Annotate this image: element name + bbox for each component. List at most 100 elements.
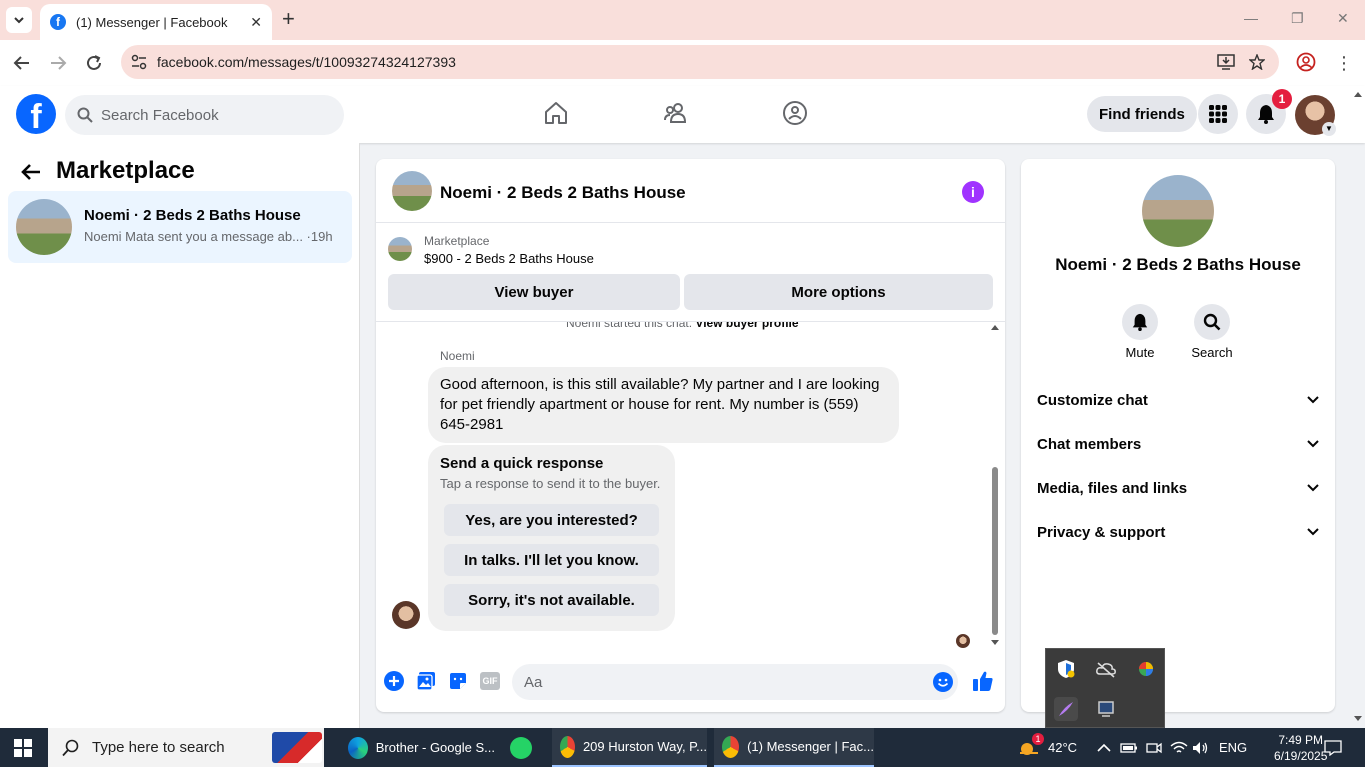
thread-scrollbar[interactable] — [990, 322, 1000, 652]
view-buyer-button[interactable]: View buyer — [388, 274, 680, 310]
facebook-search-input[interactable] — [101, 106, 321, 124]
menu-grid-button[interactable] — [1198, 94, 1238, 134]
weather-widget[interactable]: 1 42°C — [1018, 728, 1077, 767]
plus-icon[interactable] — [384, 671, 404, 691]
section-label: Media, files and links — [1037, 479, 1188, 497]
install-app-icon[interactable] — [1217, 54, 1235, 70]
notification-center-icon[interactable] — [1324, 728, 1342, 767]
pen-app-icon[interactable] — [1054, 697, 1078, 721]
info-icon[interactable]: i — [962, 181, 984, 203]
chrome-icon — [722, 735, 740, 758]
close-window-button[interactable]: ✕ — [1337, 10, 1349, 27]
chat-avatar[interactable] — [392, 171, 432, 211]
gif-icon[interactable]: GIF — [480, 672, 500, 690]
facebook-favicon-icon: f — [50, 14, 66, 30]
forward-button[interactable] — [47, 52, 69, 74]
find-friends-button[interactable]: Find friends — [1087, 96, 1197, 132]
seen-receipt-avatar — [956, 634, 970, 648]
input-language[interactable]: ENG — [1219, 728, 1247, 767]
system-tray-overflow — [1045, 648, 1165, 728]
facebook-logo-icon[interactable]: f — [16, 94, 56, 134]
clock-date: 6/19/2025 — [1274, 749, 1328, 763]
inbox-heading: Marketplace — [56, 157, 195, 184]
message-input[interactable] — [512, 664, 958, 700]
facebook-header: f Find friends ▼ — [0, 86, 1365, 143]
details-avatar[interactable] — [1142, 175, 1214, 247]
bell-icon — [1132, 313, 1148, 331]
volume-icon[interactable] — [1192, 728, 1210, 767]
chat-members-section[interactable]: Chat members — [1037, 429, 1319, 459]
facebook-search[interactable] — [65, 95, 344, 135]
taskbar-clock[interactable]: 7:49 PM 6/19/2025 — [1274, 732, 1327, 764]
quick-response-in-talks[interactable]: In talks. I'll let you know. — [444, 544, 659, 576]
show-hidden-icons-chevron-up-icon[interactable] — [1097, 728, 1111, 767]
like-thumbs-up-icon[interactable] — [972, 670, 994, 692]
taskbar-app-whatsapp[interactable] — [510, 728, 540, 767]
globe-app-icon[interactable] — [1134, 657, 1158, 681]
sender-avatar[interactable] — [392, 601, 420, 629]
taskbar-app-edge[interactable]: Brother - Google S... — [340, 728, 495, 767]
view-buyer-profile-link[interactable]: View buyer profile — [695, 322, 798, 330]
url-text: facebook.com/messages/t/1009327432412739… — [157, 54, 456, 70]
mute-label: Mute — [1125, 345, 1155, 360]
battery-icon[interactable] — [1120, 728, 1138, 767]
home-nav-icon[interactable] — [543, 100, 569, 126]
mute-button[interactable] — [1122, 304, 1158, 340]
wifi-icon[interactable] — [1170, 728, 1188, 767]
quick-response-yes[interactable]: Yes, are you interested? — [444, 504, 659, 536]
windows-taskbar: Type here to search Brother - Google S..… — [0, 728, 1365, 767]
tab-search-button[interactable] — [6, 7, 32, 33]
reload-button[interactable] — [83, 52, 105, 74]
windows-start-icon[interactable] — [14, 739, 32, 757]
photo-icon[interactable] — [416, 671, 436, 691]
weather-sun-icon: 1 — [1018, 732, 1044, 758]
address-bar[interactable]: facebook.com/messages/t/1009327432412739… — [121, 45, 1279, 79]
cloud-offline-icon[interactable] — [1094, 657, 1118, 681]
page-scrollbar[interactable] — [1353, 90, 1363, 726]
quick-response-sorry[interactable]: Sorry, it's not available. — [444, 584, 659, 616]
search-icon — [1203, 313, 1221, 331]
meet-now-icon[interactable] — [1146, 728, 1162, 767]
bookmark-star-icon[interactable] — [1249, 54, 1265, 70]
chevron-down-icon — [1307, 484, 1319, 492]
listing-mini-thumbnail — [388, 237, 412, 261]
chevron-down-icon[interactable]: ▼ — [1322, 122, 1336, 136]
search-highlight-flag-icon[interactable] — [272, 732, 322, 763]
back-button[interactable] — [11, 52, 33, 74]
quick-response-title: Send a quick response — [440, 455, 604, 472]
conversation-item[interactable]: Noemi · 2 Beds 2 Baths House Noemi Mata … — [8, 191, 352, 263]
new-tab-button[interactable]: + — [282, 8, 295, 30]
privacy-support-section[interactable]: Privacy & support — [1037, 517, 1319, 547]
chat-title[interactable]: Noemi · 2 Beds 2 Baths House — [440, 183, 686, 203]
bell-icon — [1258, 105, 1274, 124]
customize-chat-section[interactable]: Customize chat — [1037, 385, 1319, 415]
friends-nav-icon[interactable] — [663, 100, 689, 126]
minimize-button[interactable]: — — [1244, 10, 1258, 26]
back-arrow-icon[interactable] — [20, 161, 42, 183]
taskbar-search[interactable]: Type here to search — [48, 728, 324, 767]
groups-nav-icon[interactable] — [782, 100, 808, 126]
section-label: Privacy & support — [1037, 523, 1166, 541]
taskbar-app-label: (1) Messenger | Fac... — [747, 739, 874, 754]
incoming-message: Good afternoon, is this still available?… — [428, 367, 899, 443]
browser-menu-icon[interactable]: ⋮ — [1333, 52, 1355, 74]
chevron-down-icon — [1307, 440, 1319, 448]
marketplace-label: Marketplace — [424, 234, 490, 248]
site-info-icon[interactable] — [131, 54, 147, 70]
profile-icon[interactable] — [1296, 52, 1318, 74]
browser-tab-messenger[interactable]: f (1) Messenger | Facebook ✕ — [40, 4, 272, 40]
chat-started-notice: Noemi started this chat. View buyer prof… — [566, 322, 799, 330]
display-app-icon[interactable] — [1094, 697, 1118, 721]
security-shield-icon[interactable] — [1054, 657, 1078, 681]
listing-title[interactable]: $900 - 2 Beds 2 Baths House — [424, 251, 594, 266]
taskbar-app-chrome-1[interactable]: 209 Hurston Way, P... — [552, 728, 707, 767]
restore-button[interactable]: ❐ — [1291, 10, 1304, 27]
more-options-button[interactable]: More options — [684, 274, 993, 310]
close-tab-icon[interactable]: ✕ — [250, 14, 262, 31]
taskbar-app-label: 209 Hurston Way, P... — [582, 739, 707, 754]
search-conversation-button[interactable] — [1194, 304, 1230, 340]
sticker-icon[interactable] — [448, 671, 468, 691]
emoji-icon[interactable] — [933, 672, 953, 692]
media-files-links-section[interactable]: Media, files and links — [1037, 473, 1319, 503]
taskbar-app-chrome-2[interactable]: (1) Messenger | Fac... — [714, 728, 874, 767]
